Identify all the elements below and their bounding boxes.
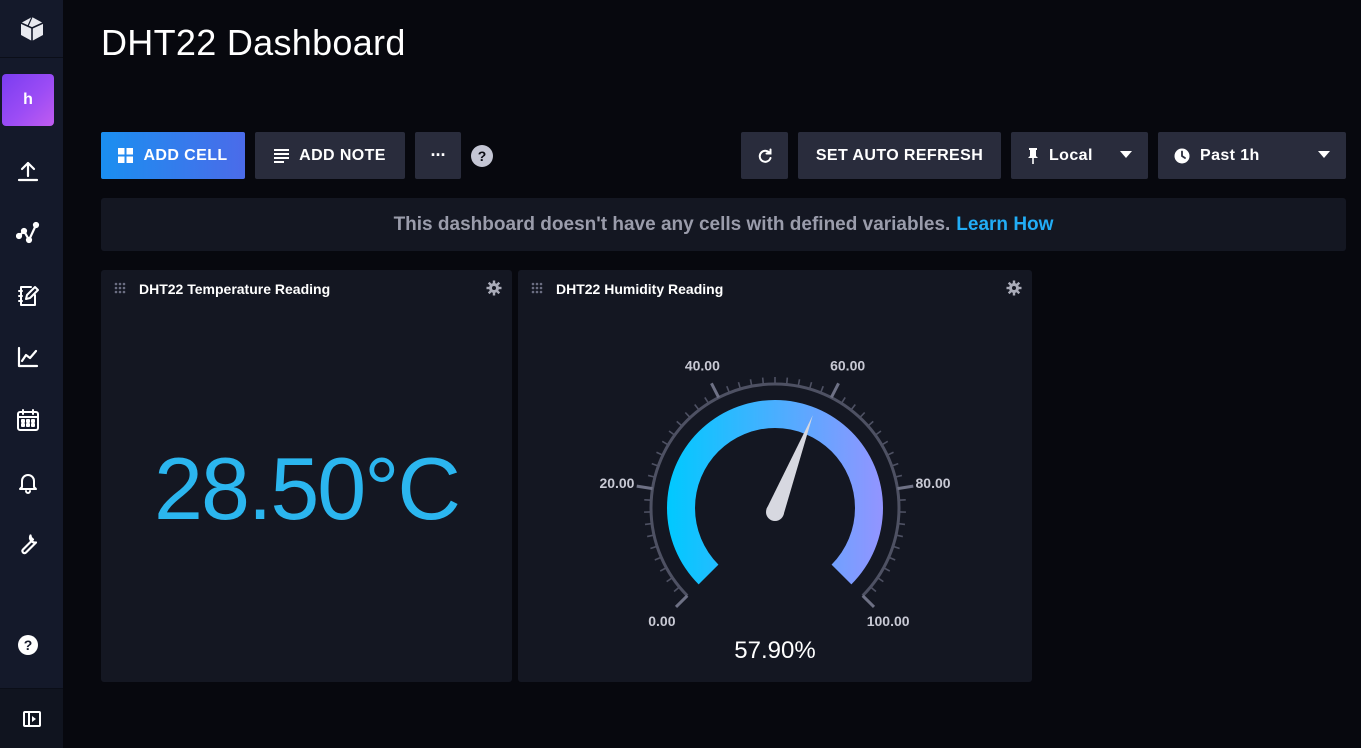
gauge-needle-hub [766, 503, 784, 521]
add-cell-label: ADD CELL [143, 146, 228, 164]
add-cell-button[interactable]: ADD CELL [101, 132, 245, 179]
org-avatar[interactable]: h [2, 74, 54, 126]
temperature-cell: DHT22 Temperature Reading 28.50°C [101, 270, 512, 682]
gauge-minor-tick [651, 462, 659, 467]
calendar-icon [17, 409, 39, 431]
temperature-value: 28.50°C [154, 439, 461, 538]
temperature-cell-title: DHT22 Temperature Reading [139, 281, 331, 297]
collapse-sidebar-button[interactable] [0, 688, 63, 748]
gauge-minor-tick [676, 420, 683, 427]
gauge-minor-tick [694, 403, 700, 411]
add-note-label: ADD NOTE [299, 146, 386, 164]
upload-icon [17, 161, 39, 182]
gauge-major-tick [674, 594, 689, 609]
refresh-icon [758, 148, 771, 163]
data-explorer-icon [16, 221, 40, 244]
humidity-gauge: 0.00 20.00 40.00 60.00 80.00 100.00 57.90% [599, 357, 951, 664]
gauge-major-tick [861, 594, 876, 609]
page-title: DHT22 Dashboard [101, 22, 406, 63]
text-lines-icon [274, 148, 290, 163]
gauge-minor-tick [684, 411, 691, 419]
notice-text: This dashboard doesn't have any cells wi… [393, 213, 951, 235]
gauge-minor-tick [874, 430, 882, 436]
collapse-icon [22, 710, 41, 727]
dashboards-icon [17, 346, 39, 368]
gauge-label: 100.00 [867, 613, 910, 629]
sidebar-item-help[interactable]: ? [0, 625, 56, 665]
gauge-minor-tick [650, 545, 658, 550]
influx-logo[interactable] [0, 0, 63, 58]
time-range-dropdown[interactable]: Past 1h [1158, 132, 1346, 179]
gauge-minor-tick [891, 462, 899, 467]
more-options-button[interactable]: ··· [415, 132, 461, 179]
pin-icon [1028, 147, 1038, 164]
gauge-minor-tick [883, 567, 891, 572]
gauge-minor-tick [867, 420, 874, 427]
gauge-minor-tick [668, 430, 676, 436]
gauge-major-tick [829, 382, 840, 399]
sidebar-item-settings[interactable] [0, 524, 56, 564]
variables-notice: This dashboard doesn't have any cells wi… [101, 198, 1346, 251]
gauge-minor-tick [840, 396, 846, 404]
learn-how-link[interactable]: Learn How [956, 214, 1053, 236]
refresh-button[interactable] [741, 132, 788, 179]
gauge-needle [766, 415, 813, 516]
ellipsis-icon: ··· [430, 145, 447, 165]
gauge-minor-tick [859, 411, 866, 419]
caret-down-icon [1318, 151, 1330, 158]
gauge-minor-tick [850, 403, 856, 411]
notebook-icon [18, 286, 39, 306]
gauge-minor-tick [785, 377, 789, 385]
grid-icon [118, 148, 134, 163]
caret-down-icon [1120, 151, 1132, 158]
help-icon: ? [18, 635, 38, 655]
auto-refresh-label: SET AUTO REFRESH [815, 146, 984, 164]
set-auto-refresh-button[interactable]: SET AUTO REFRESH [798, 132, 1001, 179]
gauge-minor-tick [673, 586, 680, 593]
gauge-label: 40.00 [685, 357, 720, 373]
gauge-minor-tick [704, 396, 710, 404]
gauge-minor-tick [892, 545, 900, 550]
gauge-label: 60.00 [830, 357, 865, 373]
humidity-cell: DHT22 Humidity Reading 0.00 20.00 40.00 … [518, 270, 1032, 682]
gauge-minor-tick [881, 440, 889, 446]
svg-text:?: ? [24, 637, 33, 653]
gauge-major-tick [636, 484, 653, 491]
org-letter: h [23, 91, 33, 108]
timezone-value: Local [1049, 146, 1093, 164]
toolbar-help-icon[interactable]: ? [471, 145, 493, 167]
sidebar-item-data-explorer[interactable] [0, 213, 56, 253]
gauge-minor-tick [897, 522, 906, 526]
wrench-icon [21, 534, 38, 555]
sidebar-item-load-data[interactable] [0, 151, 56, 191]
clock-icon [1174, 148, 1190, 163]
gauge-label: 80.00 [916, 475, 951, 491]
gauge-minor-tick [761, 377, 765, 385]
add-note-button[interactable]: ADD NOTE [255, 132, 405, 179]
gauge-minor-tick [644, 522, 653, 526]
gauge-minor-tick [870, 586, 877, 593]
gauge-major-tick [897, 484, 914, 491]
timezone-dropdown[interactable]: Local [1011, 132, 1148, 179]
sidebar: h ? [0, 0, 63, 748]
gauge-minor-tick [661, 440, 669, 446]
sidebar-item-notebooks[interactable] [0, 276, 56, 316]
time-range-value: Past 1h [1200, 146, 1260, 164]
bell-icon [19, 474, 37, 494]
sidebar-item-alerts[interactable] [0, 462, 56, 502]
logo-icon [20, 16, 43, 41]
app: h ? DHT22 Dashboard ADD CELL ADD NOTE ··… [0, 0, 1361, 748]
sidebar-item-tasks[interactable] [0, 400, 56, 440]
humidity-value: 57.90% [734, 637, 815, 664]
gauge-label: 0.00 [648, 613, 675, 629]
gauge-minor-tick [877, 577, 884, 583]
gauge-major-tick [710, 382, 721, 399]
gear-icon[interactable] [486, 280, 502, 296]
gauge-minor-tick [659, 567, 667, 572]
help-glyph: ? [477, 148, 487, 164]
drag-handle-icon[interactable] [114, 282, 126, 294]
gauge-minor-tick [666, 577, 673, 583]
sidebar-item-dashboards[interactable] [0, 337, 56, 377]
gauge-label: 20.00 [599, 475, 634, 491]
